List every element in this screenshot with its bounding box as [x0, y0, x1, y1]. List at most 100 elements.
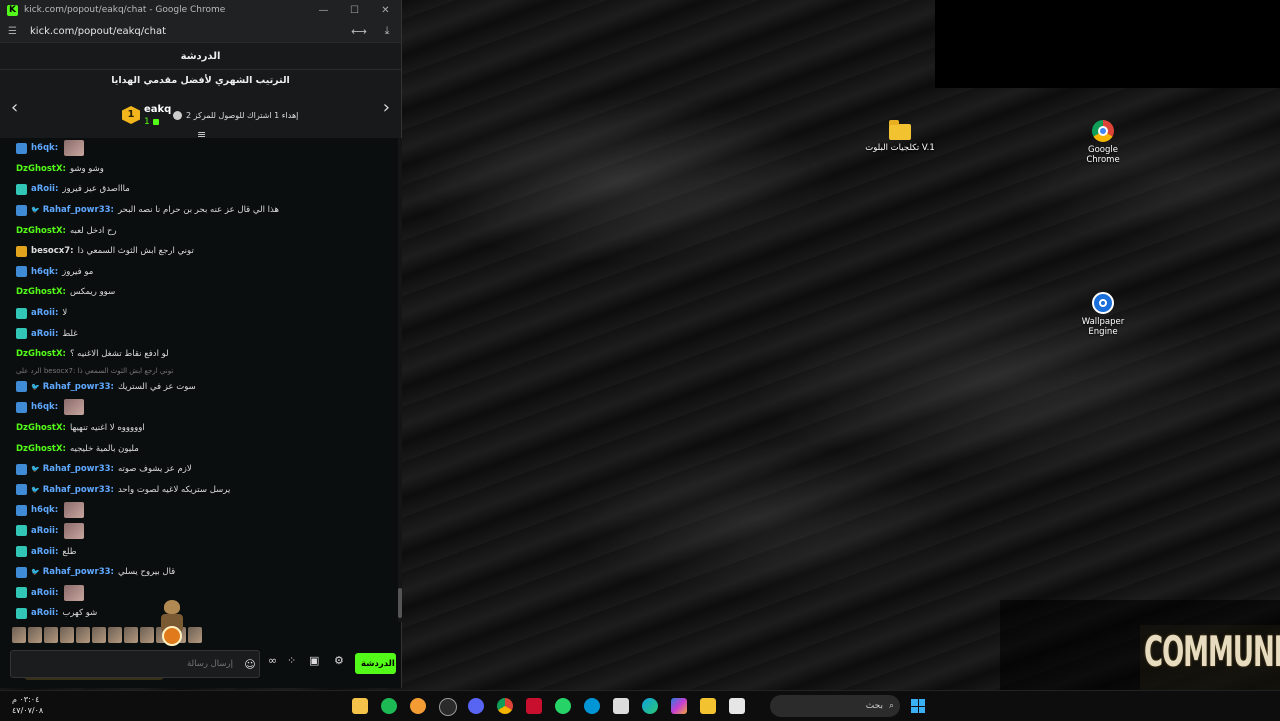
taskbar-search[interactable]: بحث ⌕ — [770, 695, 900, 717]
chat-message[interactable]: DzGhostX: سوو ريمكس — [0, 282, 398, 303]
settings-gear-icon[interactable]: ⚙ — [334, 654, 344, 667]
chat-send-button[interactable]: الدردشة — [355, 653, 396, 674]
message-username[interactable]: aRoii: — [31, 308, 58, 318]
spotify-icon[interactable] — [381, 698, 397, 714]
message-username[interactable]: h6qk: — [31, 267, 58, 277]
chrome-taskbar-icon[interactable] — [497, 698, 513, 714]
url-text[interactable]: kick.com/popout/eakq/chat — [30, 26, 345, 37]
emote[interactable] — [28, 627, 42, 643]
maximize-button[interactable]: ☐ — [339, 5, 370, 16]
message-username[interactable]: besocx7: — [31, 246, 74, 256]
infinity-icon[interactable]: ∞ — [268, 654, 277, 667]
chat-message[interactable]: h6qk: مو فيروز — [0, 262, 398, 283]
emote[interactable] — [76, 627, 90, 643]
desktop-icon-wallpaper-engine[interactable]: Wallpaper Engine — [1063, 292, 1143, 337]
message-username[interactable]: h6qk: — [31, 402, 58, 412]
message-username[interactable]: h6qk: — [31, 143, 58, 153]
message-username[interactable]: DzGhostX: — [16, 349, 66, 359]
windows-start-icon[interactable] — [911, 699, 925, 713]
discord-icon[interactable] — [468, 698, 484, 714]
chat-message[interactable]: h6qk: — [0, 397, 398, 418]
leaderboard-next-arrow-icon[interactable]: › — [383, 99, 390, 117]
chat-message[interactable]: aRoii: ماااصدق عيز فيروز — [0, 179, 398, 200]
chat-message[interactable]: 🐦 Rahaf_powr33: هذا الي قال عز عنه بحر بن … — [0, 200, 398, 221]
message-username[interactable]: aRoii: — [31, 608, 58, 618]
emote[interactable] — [108, 627, 122, 643]
emote[interactable] — [188, 627, 202, 643]
reply-context[interactable]: الرد على besocx7: توني ارجع ابش الثوث ال… — [0, 365, 398, 377]
chat-message[interactable]: 🐦 Rahaf_powr33: سوت عز في الستريك — [0, 377, 398, 398]
site-settings-icon[interactable]: ☰ — [8, 26, 24, 37]
message-username[interactable]: Rahaf_powr33: — [43, 382, 114, 392]
desktop-icon-chrome[interactable]: Google Chrome — [1063, 120, 1143, 165]
copilot-icon[interactable] — [671, 698, 687, 714]
sub-badge-icon — [16, 546, 27, 558]
desktop-icon-folder[interactable]: تكلجيات البلوت V.1 — [860, 120, 940, 153]
message-username[interactable]: Rahaf_powr33: — [43, 567, 114, 577]
message-username[interactable]: DzGhostX: — [16, 287, 66, 297]
message-username[interactable]: DzGhostX: — [16, 226, 66, 236]
chat-message[interactable]: DzGhostX: لو ادفع نقاط تشغل الاغنيه ؟ — [0, 344, 398, 365]
emote[interactable] — [60, 627, 74, 643]
message-username[interactable]: aRoii: — [31, 329, 58, 339]
message-username[interactable]: aRoii: — [31, 526, 58, 536]
clock[interactable]: ٠٣:٠٤ م ٤٧/٠٧/٠٨ — [12, 694, 43, 716]
chat-message[interactable]: aRoii: غلط — [0, 323, 398, 344]
chat-message[interactable]: besocx7: توني ارجع ابش الثوث السمعي ذا — [0, 241, 398, 262]
message-username[interactable]: aRoii: — [31, 547, 58, 557]
app-icon[interactable] — [410, 698, 426, 714]
chat-message[interactable]: 🐦 Rahaf_powr33: قال بيروح يسلي — [0, 562, 398, 583]
points-icon[interactable]: ⁘ — [287, 654, 296, 667]
edge-icon[interactable] — [642, 698, 658, 714]
whatsapp-icon[interactable] — [555, 698, 571, 714]
chat-message[interactable]: DzGhostX: مليون بالمية خليجيه — [0, 438, 398, 459]
emote[interactable] — [12, 627, 26, 643]
message-username[interactable]: Rahaf_powr33: — [43, 464, 114, 474]
chat-input-box[interactable]: ☺ — [10, 650, 260, 678]
chat-message[interactable]: aRoii: طلع — [0, 541, 398, 562]
chat-message[interactable]: aRoii: — [0, 582, 398, 603]
leaderboard-user[interactable]: eakq — [144, 104, 171, 115]
message-username[interactable]: DzGhostX: — [16, 423, 66, 433]
message-username[interactable]: aRoii: — [31, 588, 58, 598]
chat-message[interactable]: DzGhostX: رح ادخل لعبه — [0, 220, 398, 241]
chat-scrollbar[interactable] — [398, 138, 402, 622]
message-username[interactable]: Rahaf_powr33: — [43, 205, 114, 215]
chat-message[interactable]: 🐦 Rahaf_powr33: لازم عز يشوف صوته — [0, 459, 398, 480]
emote[interactable] — [44, 627, 58, 643]
message-username[interactable]: aRoii: — [31, 184, 58, 194]
message-username[interactable]: Rahaf_powr33: — [43, 485, 114, 495]
terminal-icon[interactable] — [729, 698, 745, 714]
emoji-icon[interactable]: ☺ — [241, 658, 259, 671]
chat-message[interactable]: 🐦 Rahaf_powr33: يرسل ستريكه لاغيه لصوت واح… — [0, 480, 398, 501]
vip-badge-icon — [16, 266, 27, 278]
chat-message[interactable]: h6qk: — [0, 500, 398, 521]
message-username[interactable]: DzGhostX: — [16, 164, 66, 174]
store-icon[interactable] — [613, 698, 629, 714]
sub-badge-icon — [16, 307, 27, 319]
message-username[interactable]: DzGhostX: — [16, 444, 66, 454]
hp-icon[interactable] — [584, 698, 600, 714]
steam-icon[interactable] — [439, 698, 457, 716]
emote[interactable] — [124, 627, 138, 643]
close-button[interactable]: ✕ — [370, 5, 401, 16]
file-explorer-icon[interactable] — [700, 698, 716, 714]
message-username[interactable]: h6qk: — [31, 505, 58, 515]
minimize-button[interactable]: — — [308, 5, 339, 16]
chat-message[interactable]: DzGhostX: وشو وشو — [0, 159, 398, 180]
download-icon[interactable]: ⤓ — [373, 24, 401, 38]
chat-message[interactable]: h6qk: — [0, 138, 398, 159]
notes-icon[interactable] — [352, 698, 368, 714]
chat-message[interactable]: aRoii: شو كهرب — [0, 603, 398, 622]
chat-input[interactable] — [11, 658, 241, 670]
antivirus-icon[interactable] — [526, 698, 542, 714]
emote[interactable] — [92, 627, 106, 643]
chat-message[interactable]: aRoii: — [0, 521, 398, 542]
chat-message[interactable]: aRoii: لا — [0, 303, 398, 324]
leaderboard-prev-arrow-icon[interactable]: ‹ — [11, 99, 18, 117]
chat-message[interactable]: DzGhostX: اوووووه لا اغنيه تنهيها — [0, 418, 398, 439]
gift-box-icon[interactable]: ▣ — [309, 654, 319, 667]
emote[interactable] — [140, 627, 154, 643]
scroll-thumb[interactable] — [398, 588, 402, 618]
translate-icon[interactable]: ⟷ — [345, 25, 373, 38]
